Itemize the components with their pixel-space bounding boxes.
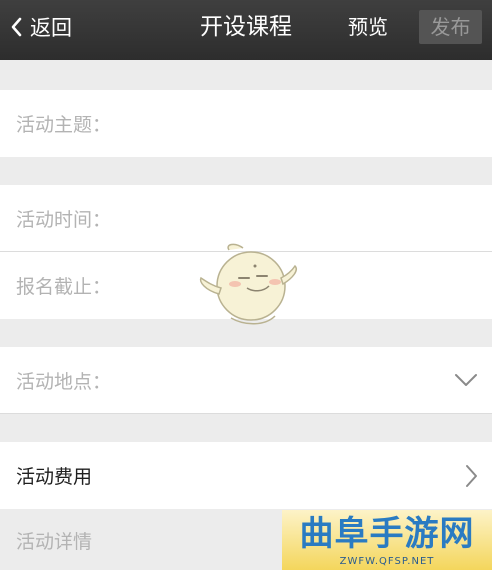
watermark-title: 曲阜手游网: [299, 514, 475, 554]
fee-label: 活动费用: [16, 466, 93, 488]
preview-button[interactable]: 预览: [348, 12, 388, 42]
chevron-down-icon: [455, 374, 477, 386]
location-placeholder: 活动地点：: [16, 370, 112, 393]
page-title: 开设课程: [200, 14, 292, 40]
details-placeholder: 活动详情: [16, 530, 93, 553]
publish-button[interactable]: 发布: [419, 10, 482, 44]
divider: [0, 413, 492, 414]
fee-row[interactable]: 活动费用: [0, 442, 492, 509]
watermark-url: ZWFW.QFSP.NET: [339, 556, 435, 567]
location-select[interactable]: 活动地点：: [0, 347, 492, 413]
back-button[interactable]: 返回: [10, 12, 72, 42]
mascot-image: [199, 243, 297, 325]
time-placeholder: 活动时间：: [16, 208, 112, 231]
watermark-logo: 曲阜手游网 ZWFW.QFSP.NET: [282, 510, 492, 570]
chevron-right-icon: [466, 464, 477, 487]
chevron-left-icon: [11, 17, 22, 37]
topic-field[interactable]: 活动主题：: [0, 90, 492, 157]
back-label: 返回: [30, 16, 72, 40]
topic-placeholder: 活动主题：: [16, 114, 112, 136]
navigation-bar: 返回 开设课程 预览 发布: [0, 0, 492, 60]
deadline-placeholder: 报名截止：: [16, 276, 112, 298]
